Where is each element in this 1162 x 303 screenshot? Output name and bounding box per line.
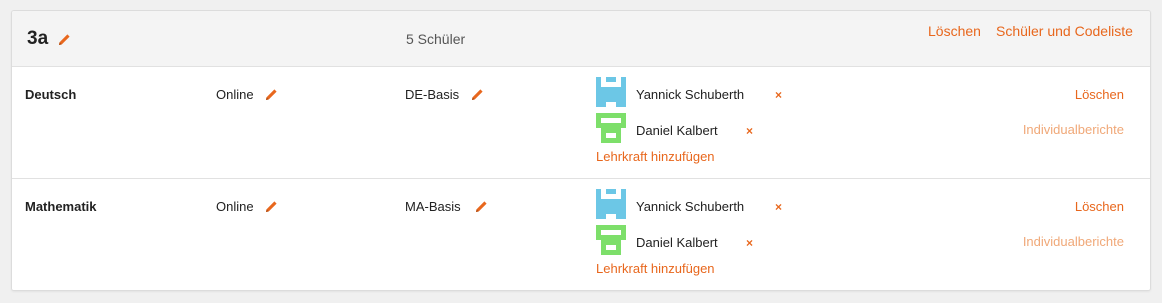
class-header: 3a 5 Schüler Löschen Schüler und Codelis… [12,11,1150,67]
class-name: 3a [27,28,49,49]
edit-class-pencil-icon[interactable] [58,33,71,46]
teacher-entry: Daniel Kalbert × [596,113,816,143]
remove-teacher-close-icon[interactable]: × [746,124,753,138]
pixel-avatar-blue-icon [596,77,626,107]
delete-subject-link[interactable]: Löschen [1075,87,1124,102]
remove-teacher-close-icon[interactable]: × [775,88,782,102]
teacher-name: Daniel Kalbert [636,235,718,250]
edit-course-pencil-icon[interactable] [471,88,484,101]
remove-teacher-close-icon[interactable]: × [775,200,782,214]
subject-row: Deutsch Online DE-Basis Yannick Schubert… [12,67,1150,179]
teacher-entry: Daniel Kalbert × [596,225,816,255]
subject-course: MA-Basis [405,199,461,214]
individual-reports-link[interactable]: Individualberichte [1023,234,1124,249]
teacher-name: Yannick Schuberth [636,199,745,214]
class-card: 3a 5 Schüler Löschen Schüler und Codelis… [11,10,1151,291]
teacher-entry: Yannick Schuberth × [596,189,816,219]
pixel-avatar-green-icon [596,225,626,255]
subject-name: Mathematik [25,199,97,214]
subject-row: Mathematik Online MA-Basis Yannick Schub… [12,179,1150,290]
edit-mode-pencil-icon[interactable] [265,200,278,213]
pixel-avatar-blue-icon [596,189,626,219]
remove-teacher-close-icon[interactable]: × [746,236,753,250]
pixel-avatar-green-icon [596,113,626,143]
subject-mode: Online [216,199,254,214]
add-teacher-link[interactable]: Lehrkraft hinzufügen [596,261,715,276]
subject-name: Deutsch [25,87,77,102]
individual-reports-link[interactable]: Individualberichte [1023,122,1124,137]
teacher-name: Daniel Kalbert [636,123,718,138]
subject-course: DE-Basis [405,87,460,102]
teacher-name: Yannick Schuberth [636,87,745,102]
teacher-entry: Yannick Schuberth × [596,77,816,107]
student-codelist-link[interactable]: Schüler und Codeliste [996,23,1133,39]
edit-course-pencil-icon[interactable] [475,200,488,213]
subject-mode: Online [216,87,254,102]
edit-mode-pencil-icon[interactable] [265,88,278,101]
delete-subject-link[interactable]: Löschen [1075,199,1124,214]
add-teacher-link[interactable]: Lehrkraft hinzufügen [596,149,715,164]
delete-class-link[interactable]: Löschen [928,23,981,39]
student-count: 5 Schüler [406,31,466,47]
